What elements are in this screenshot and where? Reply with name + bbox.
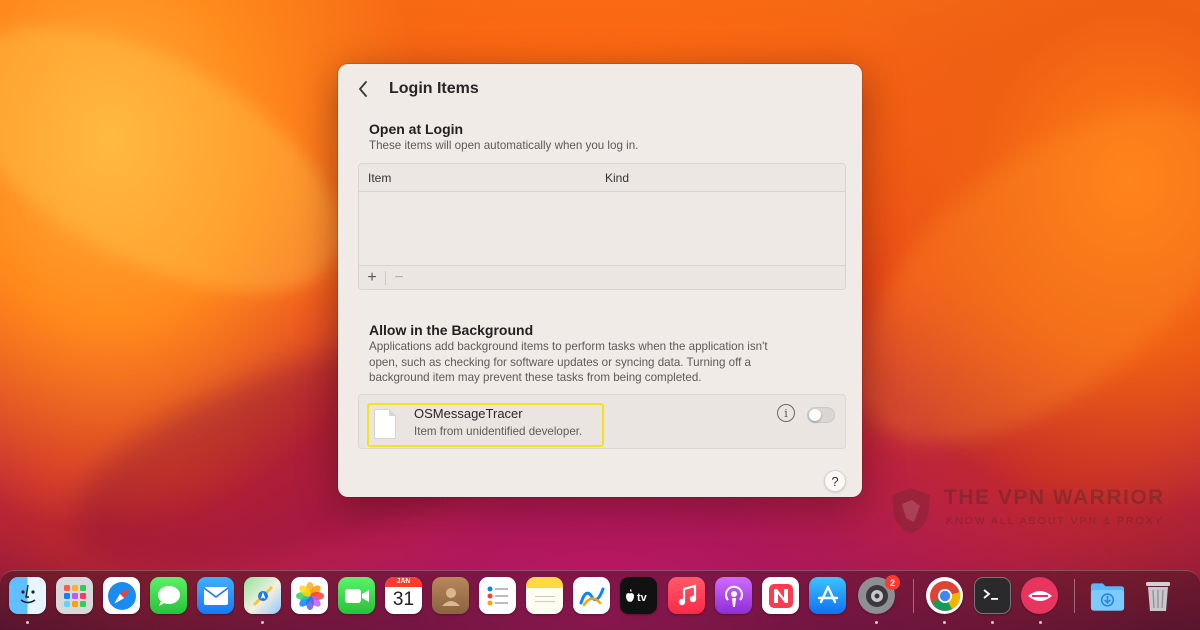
running-indicator bbox=[261, 621, 264, 624]
vpn-app-icon[interactable] bbox=[1021, 577, 1058, 614]
notes-icon[interactable] bbox=[526, 577, 563, 614]
contacts-icon[interactable] bbox=[432, 577, 469, 614]
background-item-toggle[interactable] bbox=[807, 407, 835, 423]
terminal-icon[interactable] bbox=[974, 577, 1011, 614]
dock-separator bbox=[913, 579, 914, 613]
help-button[interactable]: ? bbox=[824, 470, 846, 492]
window-title: Login Items bbox=[389, 80, 479, 97]
description-line: background item may prevent these tasks … bbox=[369, 371, 702, 384]
svg-text:tv: tv bbox=[637, 592, 648, 603]
notification-badge: 2 bbox=[885, 575, 900, 590]
mail-icon[interactable] bbox=[197, 577, 234, 614]
finder-icon[interactable] bbox=[9, 577, 46, 614]
shield-logo-icon bbox=[892, 488, 930, 534]
description-line: Applications add background items to per… bbox=[369, 340, 768, 353]
running-indicator bbox=[26, 621, 29, 624]
table-header: Item Kind bbox=[359, 164, 845, 192]
table-footer: + − bbox=[359, 265, 845, 289]
background-item-subtitle: Item from unidentified developer. bbox=[414, 425, 583, 438]
calendar-icon[interactable]: JAN 31 bbox=[385, 577, 422, 614]
safari-icon[interactable] bbox=[103, 577, 140, 614]
toggle-knob bbox=[809, 409, 821, 421]
info-button[interactable]: i bbox=[777, 404, 795, 422]
column-header-item[interactable]: Item bbox=[359, 171, 605, 185]
chevron-left-icon bbox=[359, 81, 367, 97]
login-items-window: Login Items Open at Login These items wi… bbox=[338, 64, 862, 497]
window-header: Login Items bbox=[358, 78, 479, 100]
reminders-icon[interactable] bbox=[479, 577, 516, 614]
chrome-icon[interactable] bbox=[926, 577, 963, 614]
wallpaper-highlight bbox=[0, 0, 383, 347]
running-indicator bbox=[991, 621, 994, 624]
open-at-login-description: These items will open automatically when… bbox=[369, 139, 639, 152]
podcasts-icon[interactable] bbox=[715, 577, 752, 614]
background-item-row: OSMessageTracer Item from unidentified d… bbox=[358, 394, 846, 449]
allow-background-description: Applications add background items to per… bbox=[369, 339, 768, 386]
calendar-month: JAN bbox=[385, 577, 422, 587]
messages-icon[interactable] bbox=[150, 577, 187, 614]
info-icon: i bbox=[784, 406, 788, 420]
trash-icon[interactable] bbox=[1139, 577, 1176, 614]
freeform-icon[interactable] bbox=[573, 577, 610, 614]
launchpad-icon[interactable] bbox=[56, 577, 93, 614]
running-indicator bbox=[943, 621, 946, 624]
description-line: open, such as checking for software upda… bbox=[369, 355, 751, 369]
remove-item-button[interactable]: − bbox=[392, 269, 406, 285]
open-at-login-title: Open at Login bbox=[369, 121, 464, 137]
add-item-button[interactable]: + bbox=[365, 269, 379, 285]
table-body-empty[interactable] bbox=[359, 192, 845, 265]
running-indicator bbox=[1039, 621, 1042, 624]
watermark-title: THE VPN WARRIOR bbox=[944, 486, 1165, 509]
document-icon bbox=[374, 409, 396, 439]
apple-tv-icon[interactable]: tv bbox=[620, 577, 657, 614]
facetime-icon[interactable] bbox=[338, 577, 375, 614]
news-icon[interactable] bbox=[762, 577, 799, 614]
maps-icon[interactable] bbox=[244, 577, 281, 614]
dock-separator bbox=[1074, 579, 1075, 613]
footer-divider bbox=[385, 270, 386, 285]
downloads-folder-icon[interactable] bbox=[1089, 577, 1126, 614]
calendar-day: 31 bbox=[392, 589, 415, 610]
background-item-name: OSMessageTracer bbox=[414, 406, 523, 421]
back-button[interactable] bbox=[358, 78, 374, 100]
allow-background-title: Allow in the Background bbox=[369, 322, 534, 338]
music-icon[interactable] bbox=[668, 577, 705, 614]
watermark: THE VPN WARRIOR KNOW ALL ABOUT VPN & PRO… bbox=[888, 484, 1198, 544]
column-header-kind[interactable]: Kind bbox=[605, 171, 629, 185]
app-store-icon[interactable] bbox=[809, 577, 846, 614]
photos-icon[interactable] bbox=[291, 577, 328, 614]
login-items-table: Item Kind + − bbox=[358, 163, 846, 290]
watermark-subtitle: KNOW ALL ABOUT VPN & PROXY bbox=[946, 515, 1164, 527]
running-indicator bbox=[875, 621, 878, 624]
